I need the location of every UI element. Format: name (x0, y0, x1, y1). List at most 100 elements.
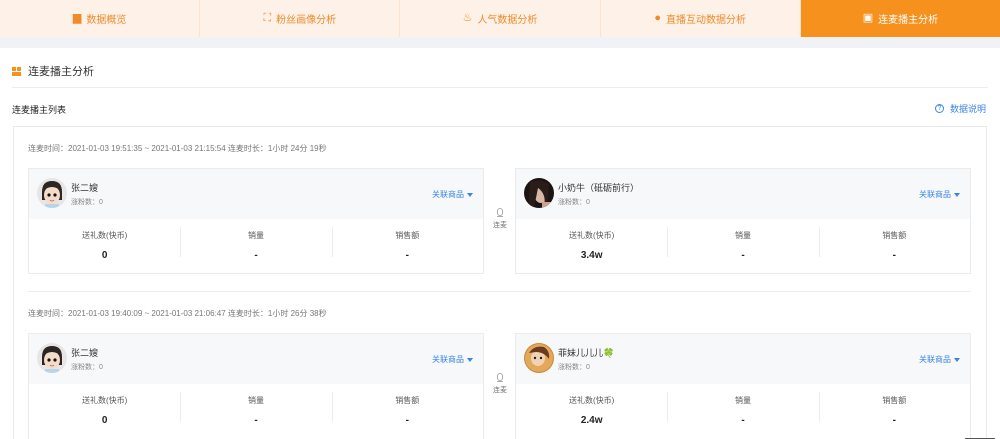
section-title: 连麦播主分析 (12, 64, 94, 78)
anchor-card-header: 张二嫂 涨粉数：0 关联商品 (29, 334, 483, 384)
tab-bar: ▆ 数据概览 ⛶ 粉丝画像分析 ♨ 人气数据分析 ● 直播互动数据分析 ▣ 连麦… (0, 0, 1000, 37)
bar-chart-icon: ▆ (72, 12, 82, 24)
stat-sales: 销量 - (667, 219, 818, 273)
stat-label: 送礼数(快币) (82, 231, 128, 240)
data-note-label: 数据说明 (949, 104, 986, 114)
stat-value: - (741, 415, 745, 426)
stat-value: 2.4w (580, 415, 603, 426)
anchor-stats: 送礼数(快币) 0 销量 - 销售额 - (29, 384, 483, 438)
tab-label: 数据概览 (86, 15, 127, 26)
link-mic-indicator: 连麦 (488, 373, 512, 395)
stat-value: 3.4w (580, 250, 603, 261)
tab-label: 连麦播主分析 (878, 15, 939, 26)
anchor-name: 菲妹儿儿儿🍀 (558, 348, 615, 358)
anchor-stats: 送礼数(快币) 0 销量 - 销售额 - (29, 219, 483, 273)
tab-label: 人气数据分析 (477, 15, 538, 26)
related-products-label: 关联商品 (919, 355, 951, 364)
fan-gain: 涨粉数：0 (558, 199, 590, 206)
avatar (37, 343, 67, 373)
stat-value: - (892, 250, 896, 261)
tab-link-mic-anchor[interactable]: ▣ 连麦播主分析 (800, 0, 1000, 37)
related-products-dropdown[interactable]: 关联商品 (432, 189, 473, 200)
anchor-name: 张二嫂 (71, 183, 99, 193)
anchor-stats: 送礼数(快币) 2.4w 销量 - 销售额 - (516, 384, 970, 438)
avatar (524, 343, 554, 373)
caret-down-icon (467, 192, 473, 197)
microphone-icon (497, 373, 503, 381)
anchor-card-right: 小奶牛（砥砺前行） 涨粉数：0 关联商品 送礼数(快币) 3.4w 销量 - 销… (515, 168, 971, 274)
session-time: 连麦时间：2021-01-03 19:40:09 ~ 2021-01-03 21… (28, 309, 327, 318)
anchor-card-header: 张二嫂 涨粉数：0 关联商品 (29, 169, 483, 219)
list-title: 连麦播主列表 (12, 105, 67, 115)
stat-gift: 送礼数(快币) 2.4w (516, 384, 667, 438)
related-products-dropdown[interactable]: 关联商品 (919, 189, 960, 200)
related-products-label: 关联商品 (432, 190, 464, 199)
stat-label: 送礼数(快币) (569, 231, 615, 240)
anchor-card-header: 菲妹儿儿儿🍀 涨粉数：0 关联商品 (516, 334, 970, 384)
microphone-icon (497, 208, 503, 216)
caret-down-icon (954, 192, 960, 197)
stat-revenue: 销售额 - (818, 219, 970, 273)
tab-label: 直播互动数据分析 (666, 15, 747, 26)
stat-value: - (405, 415, 409, 426)
session-time: 连麦时间：2021-01-03 19:51:35 ~ 2021-01-03 21… (28, 144, 327, 153)
tab-popularity[interactable]: ♨ 人气数据分析 (400, 0, 601, 37)
fan-gain: 涨粉数：0 (71, 199, 103, 206)
session-divider (28, 291, 971, 292)
grid-squares-icon: ▣ (862, 12, 874, 24)
anchor-card-left: 张二嫂 涨粉数：0 关联商品 送礼数(快币) 0 销量 - 销售额 - (28, 333, 484, 439)
stat-value: 0 (101, 415, 108, 426)
link-mic-label: 连麦 (493, 222, 507, 229)
tab-live-interaction[interactable]: ● 直播互动数据分析 (601, 0, 801, 37)
stat-gift: 送礼数(快币) 0 (29, 219, 180, 273)
anchor-card-right: 菲妹儿儿儿🍀 涨粉数：0 关联商品 送礼数(快币) 2.4w 销量 - 销售额 … (515, 333, 971, 439)
anchor-card-header: 小奶牛（砥砺前行） 涨粉数：0 关联商品 (516, 169, 970, 219)
data-note-link[interactable]: ? 数据说明 (934, 102, 986, 115)
section-title-text: 连麦播主分析 (28, 66, 94, 78)
stat-revenue: 销售额 - (331, 219, 483, 273)
stat-value: - (741, 250, 745, 261)
stat-label: 销售额 (395, 396, 420, 405)
anchor-card-left: 张二嫂 涨粉数：0 关联商品 送礼数(快币) 0 销量 - 销售额 - (28, 168, 484, 274)
tab-data-overview[interactable]: ▆ 数据概览 (0, 0, 201, 37)
stat-label: 销量 (734, 231, 751, 240)
related-products-label: 关联商品 (432, 355, 464, 364)
link-mic-indicator: 连麦 (488, 208, 512, 230)
section-divider (12, 87, 988, 88)
stat-label: 销售额 (882, 231, 907, 240)
grid-squares-icon (12, 66, 21, 76)
chat-bubble-icon: ● (654, 12, 662, 24)
avatar (524, 178, 554, 208)
anchor-name: 小奶牛（砥砺前行） (558, 183, 640, 193)
avatar (37, 178, 67, 208)
stat-label: 送礼数(快币) (82, 396, 128, 405)
stat-gift: 送礼数(快币) 3.4w (516, 219, 667, 273)
stat-revenue: 销售额 - (818, 384, 970, 438)
stat-label: 销量 (734, 396, 751, 405)
stat-value: 0 (101, 250, 108, 261)
stat-sales: 销量 - (180, 384, 331, 438)
stat-label: 销售额 (395, 231, 420, 240)
stat-value: - (892, 415, 896, 426)
stat-sales: 销量 - (667, 384, 818, 438)
related-products-label: 关联商品 (919, 190, 951, 199)
anchor-stats: 送礼数(快币) 3.4w 销量 - 销售额 - (516, 219, 970, 273)
tab-label: 粉丝画像分析 (276, 15, 337, 26)
fan-gain: 涨粉数：0 (71, 364, 103, 371)
related-products-dropdown[interactable]: 关联商品 (432, 354, 473, 365)
stat-value: - (254, 415, 258, 426)
stat-value: - (405, 250, 409, 261)
stat-value: - (254, 250, 258, 261)
fan-gain: 涨粉数：0 (558, 364, 590, 371)
related-products-dropdown[interactable]: 关联商品 (919, 354, 960, 365)
stat-gift: 送礼数(快币) 0 (29, 384, 180, 438)
question-circle-icon: ? (934, 104, 944, 113)
tab-fan-profile[interactable]: ⛶ 粉丝画像分析 (200, 0, 401, 37)
stat-sales: 销量 - (180, 219, 331, 273)
stat-label: 销量 (247, 396, 264, 405)
tab-bar-divider-strip (0, 37, 1000, 48)
stat-label: 销售额 (882, 396, 907, 405)
stat-label: 销量 (247, 231, 264, 240)
stat-label: 送礼数(快币) (569, 396, 615, 405)
caret-down-icon (467, 357, 473, 362)
